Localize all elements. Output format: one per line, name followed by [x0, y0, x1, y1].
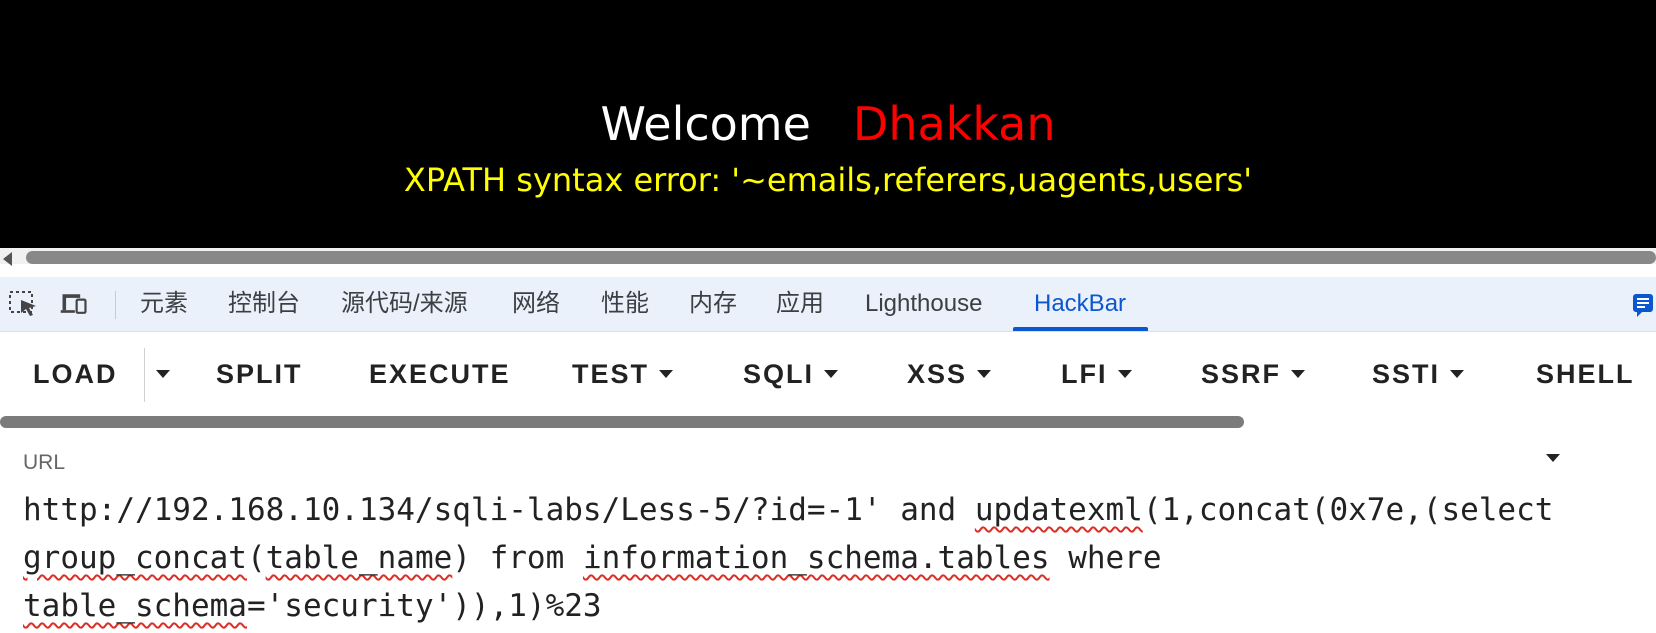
tab-memory[interactable]: 内存	[689, 277, 737, 331]
lfi-label: LFI	[1061, 359, 1108, 389]
xss-menu-button[interactable]: XSS	[907, 332, 992, 416]
chevron-down-icon	[659, 369, 674, 378]
split-button[interactable]: SPLIT	[216, 332, 303, 416]
url-segment-misspelled: group_concat	[23, 540, 247, 576]
welcome-text: Welcome	[600, 97, 811, 151]
tab-performance[interactable]: 性能	[601, 277, 649, 331]
active-tab-indicator	[1013, 327, 1148, 331]
ssti-menu-button[interactable]: SSTI	[1372, 332, 1465, 416]
url-segment: (	[246, 540, 266, 576]
devtools-tab-bar: 元素 控制台 源代码/来源 网络 性能 内存 应用 Lighthouse Hac…	[0, 277, 1656, 332]
tab-console[interactable]: 控制台	[228, 277, 300, 331]
xss-label: XSS	[907, 359, 968, 389]
toolbar-scrollbar-thumb[interactable]	[0, 416, 1244, 428]
url-segment: ) from	[452, 540, 583, 576]
url-segment: (1,concat(0x7e,(select	[1142, 492, 1554, 528]
chevron-down-icon	[1450, 369, 1465, 378]
shell-menu-button[interactable]: SHELL	[1536, 332, 1656, 462]
inspect-element-icon[interactable]	[9, 291, 39, 317]
url-segment-misspelled: updatexml	[974, 492, 1143, 528]
device-toolbar-icon[interactable]	[59, 291, 89, 317]
tab-network[interactable]: 网络	[512, 277, 560, 331]
ssrf-menu-button[interactable]: SSRF	[1201, 332, 1306, 416]
tab-lighthouse[interactable]: Lighthouse	[865, 277, 982, 331]
url-segment-misspelled: information_schema.tables	[582, 540, 1050, 576]
chevron-down-icon	[824, 369, 839, 378]
load-button[interactable]: LOAD	[33, 332, 118, 416]
sqli-menu-button[interactable]: SQLI	[743, 332, 839, 416]
url-segment-misspelled: table_name	[265, 540, 453, 576]
url-segment: http://192.168.10.134/sqli-labs/Less-5/?…	[23, 492, 975, 528]
chevron-down-icon	[977, 369, 992, 378]
ssti-label: SSTI	[1372, 359, 1441, 389]
page-viewport: Welcome Dhakkan XPATH syntax error: '~ema…	[0, 0, 1656, 248]
url-label: URL	[23, 451, 66, 474]
ssrf-label: SSRF	[1201, 359, 1282, 389]
url-segment: where	[1049, 540, 1162, 576]
chevron-down-icon	[1117, 369, 1132, 378]
username-text: Dhakkan	[852, 97, 1056, 151]
feedback-chat-icon[interactable]	[1633, 294, 1653, 317]
execute-button[interactable]: EXECUTE	[369, 332, 511, 416]
chevron-down-icon	[1546, 453, 1560, 462]
scrollbar-thumb[interactable]	[26, 251, 1656, 264]
scroll-left-arrow-icon[interactable]	[3, 252, 12, 266]
url-segment: ='security')),1)%23	[246, 588, 602, 624]
lfi-menu-button[interactable]: LFI	[1061, 332, 1132, 416]
chevron-down-icon	[156, 369, 170, 378]
load-dropdown-button[interactable]	[156, 332, 170, 416]
chevron-down-icon	[1291, 369, 1306, 378]
test-label: TEST	[572, 359, 650, 389]
url-textarea[interactable]: http://192.168.10.134/sqli-labs/Less-5/?…	[23, 486, 1643, 630]
toolbar-divider	[144, 348, 145, 402]
xpath-error-message: XPATH syntax error: '~emails,referers,ua…	[403, 161, 1253, 199]
shell-label: SHELL	[1536, 359, 1635, 389]
tab-sources[interactable]: 源代码/来源	[341, 277, 468, 331]
url-segment-misspelled: table_schema	[23, 588, 247, 624]
page-horizontal-scrollbar[interactable]	[0, 248, 1656, 266]
sqli-label: SQLI	[743, 359, 815, 389]
tab-separator	[115, 291, 116, 319]
welcome-heading: Welcome Dhakkan	[0, 96, 1656, 152]
test-menu-button[interactable]: TEST	[572, 332, 674, 416]
tab-hackbar[interactable]: HackBar	[1034, 277, 1126, 331]
hackbar-toolbar: LOAD SPLIT EXECUTE TEST SQLI XSS LFI SSR…	[0, 332, 1656, 462]
tab-application[interactable]: 应用	[776, 277, 824, 331]
tab-elements[interactable]: 元素	[140, 277, 188, 331]
